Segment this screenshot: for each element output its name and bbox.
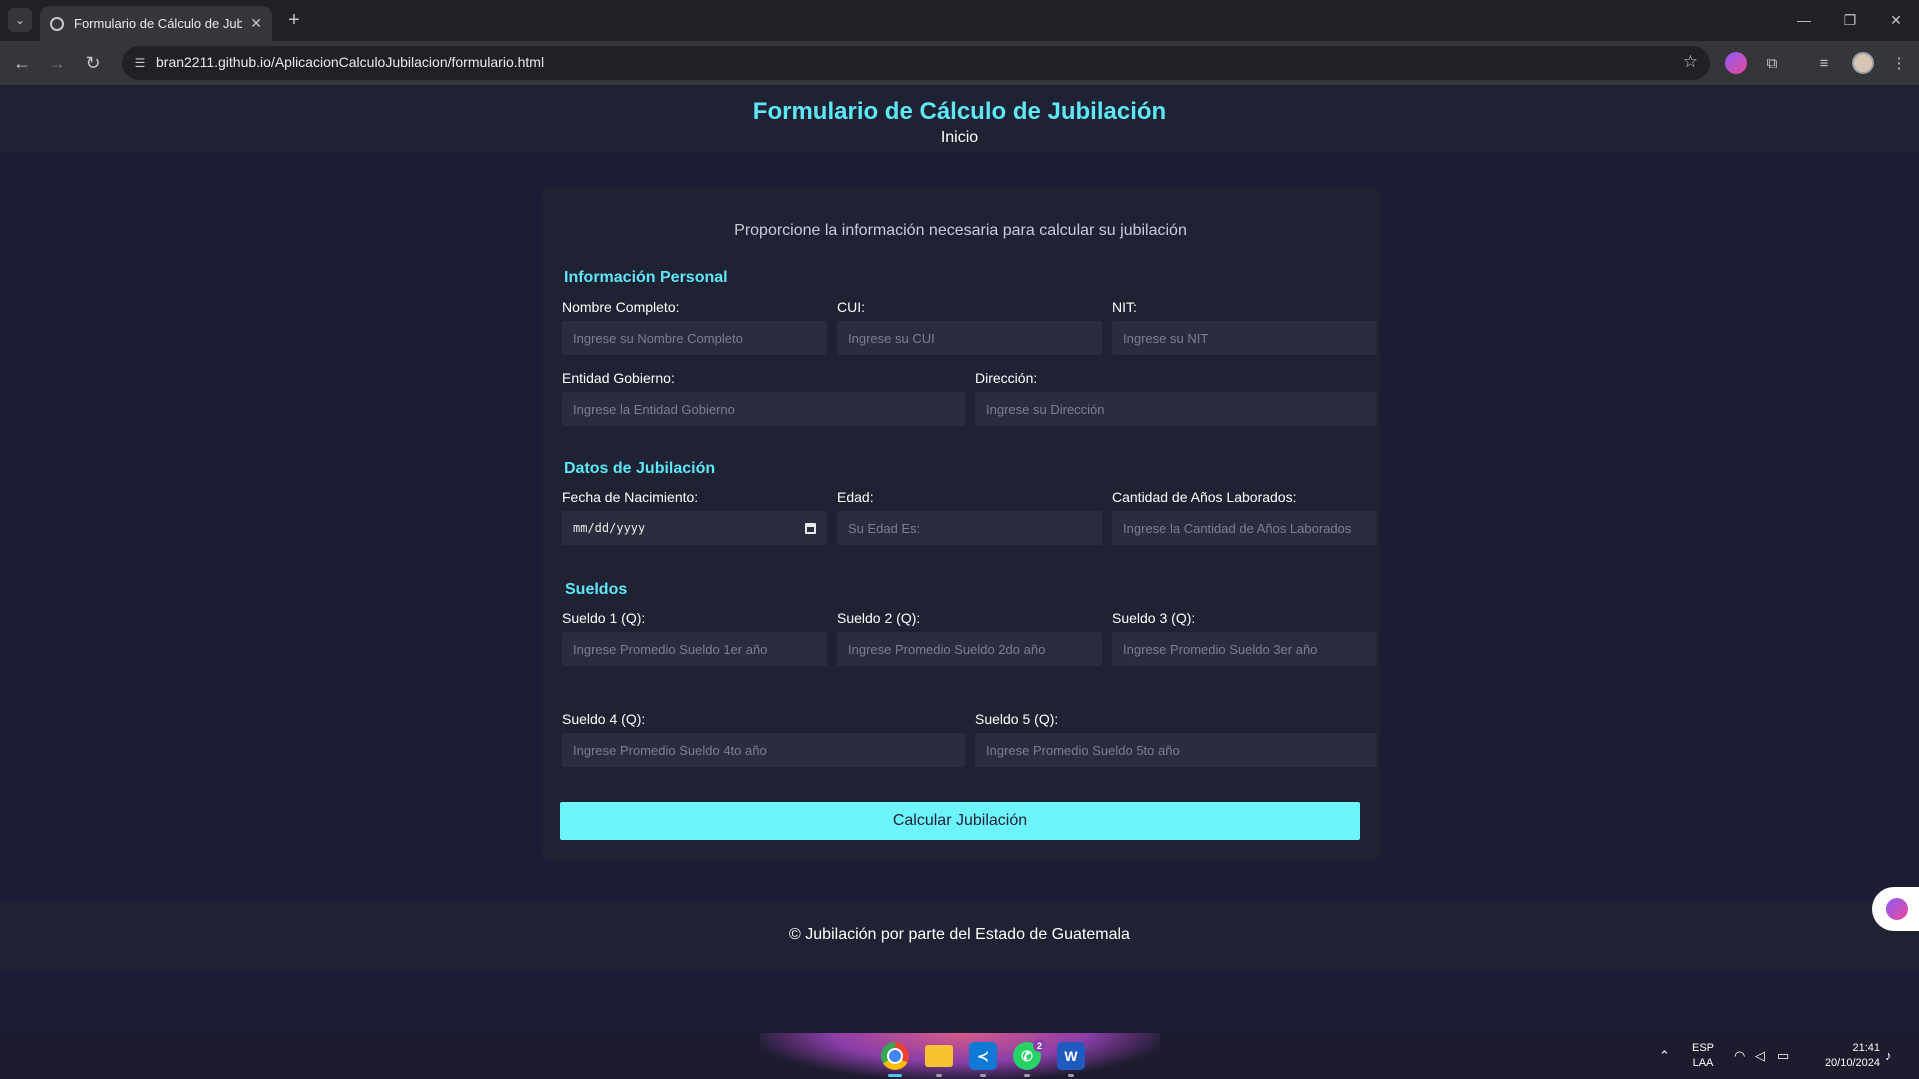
cui-input[interactable] bbox=[837, 321, 1102, 355]
explorer-running-indicator bbox=[936, 1074, 942, 1077]
word-running-indicator bbox=[1068, 1074, 1074, 1077]
anios-laborados-input[interactable] bbox=[1112, 511, 1377, 545]
page-header: Formulario de Cálculo de Jubilación Inic… bbox=[0, 85, 1919, 152]
restore-icon[interactable]: ❐ bbox=[1834, 8, 1866, 32]
calendar-icon[interactable] bbox=[805, 522, 816, 534]
fecha-label: Fecha de Nacimiento: bbox=[562, 489, 699, 505]
sueldo-5-input[interactable] bbox=[975, 733, 1377, 767]
minimize-icon[interactable]: — bbox=[1788, 8, 1820, 32]
browser-toolbar: ← → ↻ ☰ bran2211.github.io/AplicacionCal… bbox=[0, 41, 1919, 85]
notification-bell-icon[interactable]: ♪ bbox=[1885, 1048, 1892, 1063]
sueldo-1-label: Sueldo 1 (Q): bbox=[562, 610, 646, 626]
more-menu-icon[interactable]: ⋮ bbox=[1888, 52, 1910, 74]
form-card: Proporcione la información necesaria par… bbox=[541, 188, 1380, 860]
footer-text: © Jubilación por parte del Estado de Gua… bbox=[789, 926, 1130, 943]
sueldo-3-input[interactable] bbox=[1112, 632, 1377, 666]
word-icon[interactable]: W bbox=[1057, 1042, 1085, 1070]
entidad-input[interactable] bbox=[562, 392, 965, 426]
anios-label: Cantidad de Años Laborados: bbox=[1112, 489, 1297, 505]
sueldo-2-label: Sueldo 2 (Q): bbox=[837, 610, 921, 626]
back-icon[interactable]: ← bbox=[8, 49, 36, 77]
clock[interactable]: 21:41 20/10/2024 bbox=[1808, 1041, 1880, 1071]
section-sueldos-title: Sueldos bbox=[565, 581, 628, 598]
nit-input[interactable] bbox=[1112, 321, 1377, 355]
url-text: bran2211.github.io/AplicacionCalculoJubi… bbox=[156, 54, 545, 70]
browser-tab[interactable]: Formulario de Cálculo de Jubilación ✕ bbox=[40, 6, 272, 41]
vscode-icon[interactable]: ≺ bbox=[969, 1042, 997, 1070]
language-line-1: ESP bbox=[1691, 1042, 1714, 1054]
reload-icon[interactable]: ↻ bbox=[79, 49, 107, 77]
calcular-jubilacion-button[interactable]: Calcular Jubilación bbox=[560, 802, 1360, 840]
page-footer: © Jubilación por parte del Estado de Gua… bbox=[0, 901, 1919, 971]
floating-assistant-button[interactable] bbox=[1872, 887, 1919, 931]
forward-icon[interactable]: → bbox=[43, 49, 71, 77]
address-bar[interactable]: ☰ bran2211.github.io/AplicacionCalculoJu… bbox=[122, 46, 1710, 80]
clock-time: 21:41 bbox=[1852, 1042, 1880, 1054]
whatsapp-running-indicator bbox=[1024, 1074, 1030, 1077]
volume-icon[interactable]: ◁ bbox=[1755, 1048, 1765, 1064]
tray-overflow-icon[interactable]: ⌃ bbox=[1659, 1048, 1670, 1064]
file-explorer-icon[interactable] bbox=[925, 1045, 953, 1067]
edad-label: Edad: bbox=[837, 489, 874, 505]
language-indicator[interactable]: ESP LAA bbox=[1690, 1041, 1716, 1071]
chrome-taskbar-icon[interactable] bbox=[881, 1042, 909, 1070]
profile-avatar[interactable] bbox=[1852, 52, 1874, 74]
fecha-value: mm/dd/yyyy bbox=[573, 521, 646, 535]
brain-extension-icon[interactable] bbox=[1725, 52, 1747, 74]
nombre-input[interactable] bbox=[562, 321, 827, 355]
new-tab-button[interactable]: + bbox=[282, 8, 306, 32]
form-intro: Proporcione la información necesaria par… bbox=[734, 222, 1187, 239]
close-tab-icon[interactable]: ✕ bbox=[250, 15, 262, 32]
whatsapp-badge: 2 bbox=[1033, 1039, 1046, 1052]
home-link[interactable]: Inicio bbox=[0, 129, 1919, 147]
page-title: Formulario de Cálculo de Jubilación bbox=[752, 98, 1167, 125]
whatsapp-icon[interactable]: ✆ 2 bbox=[1013, 1039, 1046, 1070]
bookmark-star-icon[interactable]: ☆ bbox=[1683, 52, 1698, 72]
brain-icon bbox=[1886, 898, 1908, 920]
section-personal-title: Información Personal bbox=[564, 269, 728, 286]
taskbar: ≺ ✆ 2 W ⌃ ESP LAA ◠ ◁ ▭ 21:41 20/10/2024 … bbox=[0, 1033, 1919, 1079]
browser-tabbar: ⌄ Formulario de Cálculo de Jubilación ✕ … bbox=[0, 0, 1919, 41]
sueldo-3-label: Sueldo 3 (Q): bbox=[1112, 610, 1196, 626]
clock-date: 20/10/2024 bbox=[1824, 1057, 1880, 1069]
vscode-running-indicator bbox=[980, 1074, 986, 1077]
windows-start-icon[interactable] bbox=[837, 1042, 863, 1068]
battery-icon[interactable]: ▭ bbox=[1777, 1048, 1789, 1064]
wifi-icon[interactable]: ◠ bbox=[1734, 1048, 1745, 1064]
sueldo-5-label: Sueldo 5 (Q): bbox=[975, 711, 1059, 727]
chrome-active-indicator bbox=[888, 1074, 902, 1077]
tab-title: Formulario de Cálculo de Jubilación bbox=[74, 16, 243, 31]
direccion-label: Dirección: bbox=[975, 370, 1038, 386]
section-jubilacion-title: Datos de Jubilación bbox=[564, 460, 716, 477]
sueldo-4-label: Sueldo 4 (Q): bbox=[562, 711, 646, 727]
tab-search-icon[interactable]: ⌄ bbox=[8, 8, 32, 32]
language-line-2: LAA bbox=[1692, 1057, 1714, 1069]
globe-icon bbox=[50, 16, 64, 31]
fecha-nacimiento-input[interactable]: mm/dd/yyyy bbox=[562, 511, 827, 545]
direccion-input[interactable] bbox=[975, 392, 1377, 426]
entidad-label: Entidad Gobierno: bbox=[562, 370, 675, 386]
taskbar-wallpaper-glow bbox=[760, 1033, 1160, 1079]
sueldo-2-input[interactable] bbox=[837, 632, 1102, 666]
close-window-icon[interactable]: ✕ bbox=[1880, 8, 1912, 32]
extensions-icon[interactable]: ⧉ bbox=[1761, 52, 1783, 74]
sueldo-1-input[interactable] bbox=[562, 632, 827, 666]
edad-input[interactable] bbox=[837, 511, 1102, 545]
cui-label: CUI: bbox=[837, 299, 865, 315]
media-control-icon[interactable]: ≡ bbox=[1813, 52, 1835, 74]
site-info-icon[interactable]: ☰ bbox=[132, 55, 148, 71]
nit-label: NIT: bbox=[1112, 299, 1137, 315]
nombre-label: Nombre Completo: bbox=[562, 299, 680, 315]
sueldo-4-input[interactable] bbox=[562, 733, 965, 767]
